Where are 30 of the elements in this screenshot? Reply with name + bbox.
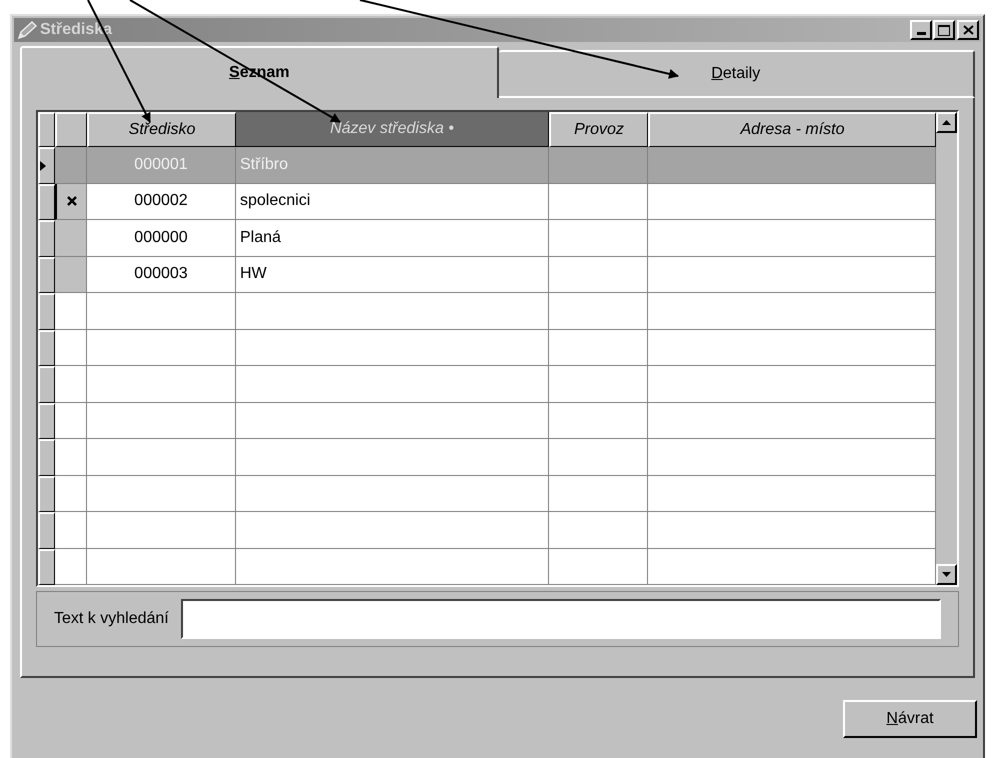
table-row[interactable]: 000002 spolecnici <box>38 184 936 220</box>
scrollbar[interactable] <box>936 112 957 585</box>
pointer-icon <box>40 160 46 171</box>
scroll-up-button[interactable] <box>936 112 957 133</box>
search-field[interactable] <box>180 599 941 639</box>
down-arrow-icon <box>942 572 951 577</box>
up-arrow-icon <box>942 120 951 125</box>
return-button[interactable]: Návrat <box>843 700 977 738</box>
mark-cell[interactable] <box>55 220 87 256</box>
mark-cell[interactable] <box>55 256 87 293</box>
table-row[interactable]: 000003 HW <box>38 256 936 293</box>
close-icon <box>962 25 974 35</box>
maximize-button[interactable] <box>933 20 955 40</box>
table-row[interactable]: 000000 Planá <box>38 220 936 256</box>
scroll-down-button[interactable] <box>936 564 957 585</box>
column-header[interactable]: Středisko <box>87 112 236 147</box>
minimize-button[interactable] <box>910 20 932 40</box>
table-cell <box>55 548 87 585</box>
column-header[interactable]: Provoz <box>549 112 648 147</box>
mark-cell[interactable] <box>55 147 87 184</box>
minimize-icon <box>916 32 926 35</box>
mark-cell[interactable] <box>55 184 87 220</box>
tab[interactable]: Detaily <box>498 50 975 98</box>
column-header[interactable]: Adresa - místo <box>648 112 936 147</box>
search-label: Text k vyhledání <box>54 609 169 629</box>
cross-icon <box>66 196 76 206</box>
column-header[interactable]: Název střediska • <box>236 112 549 147</box>
pencil-icon <box>16 20 38 40</box>
maximize-icon <box>938 24 950 36</box>
close-button[interactable] <box>957 20 979 40</box>
